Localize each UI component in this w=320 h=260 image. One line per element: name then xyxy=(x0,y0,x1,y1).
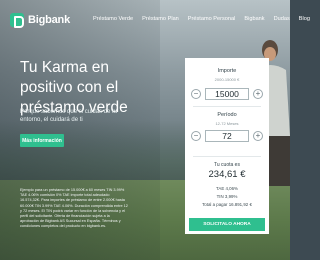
period-decrease-button[interactable]: − xyxy=(191,131,201,141)
brand-name: Bigbank xyxy=(28,14,70,26)
monthly-fee-label: Tu cuota es xyxy=(214,162,240,168)
legal-disclaimer: Ejemplo para un préstamo de 15.000€ a 60… xyxy=(20,188,128,229)
divider xyxy=(193,106,261,107)
period-increase-button[interactable]: + xyxy=(253,131,263,141)
amount-increase-button[interactable]: + xyxy=(253,89,263,99)
top-navigation: Bigbank Préstamo Verde Préstamo Plan Pré… xyxy=(0,0,310,40)
nav-link-dudas[interactable]: Dudas xyxy=(274,16,290,22)
amount-input[interactable] xyxy=(205,88,249,100)
amount-decrease-button[interactable]: − xyxy=(191,89,201,99)
period-stepper: − + xyxy=(191,130,263,142)
divider xyxy=(193,156,261,157)
hero-subtitle: Porque sabemos que si cuidas de tu entor… xyxy=(20,109,118,123)
nav-link-prestamo-verde[interactable]: Préstamo Verde xyxy=(93,16,133,22)
apply-now-button[interactable]: SOLICITALO AHORA xyxy=(189,218,265,231)
period-label: Período xyxy=(217,112,237,118)
loan-calculator: Importe 2000-15000 € − + Período 12-72 M… xyxy=(185,58,269,234)
period-input[interactable] xyxy=(205,130,249,142)
nav-link-bigbank[interactable]: Bigbank xyxy=(244,16,264,22)
nav-link-prestamo-personal[interactable]: Préstamo Personal xyxy=(188,16,236,22)
total-to-pay: Total a pagar 16.891,92 € xyxy=(202,202,252,207)
bigbank-logo-icon xyxy=(10,13,24,28)
brand-logo[interactable]: Bigbank xyxy=(10,12,70,28)
monthly-fee-value: 234,61 € xyxy=(208,169,246,180)
amount-label: Importe xyxy=(217,68,237,74)
period-range-hint: 12-72 Meses xyxy=(215,121,239,126)
amount-range-hint: 2000-15000 € xyxy=(214,77,240,82)
tae-rate: TAE 4,06% xyxy=(216,186,238,191)
more-info-button[interactable]: Más información xyxy=(20,134,64,147)
amount-stepper: − + xyxy=(191,88,263,100)
nav-link-blog[interactable]: Blog xyxy=(299,16,310,22)
tin-rate: TIN 3,99% xyxy=(216,194,238,199)
nav-link-prestamo-plan[interactable]: Préstamo Plan xyxy=(142,16,179,22)
nav-links: Préstamo Verde Préstamo Plan Préstamo Pe… xyxy=(93,16,319,22)
